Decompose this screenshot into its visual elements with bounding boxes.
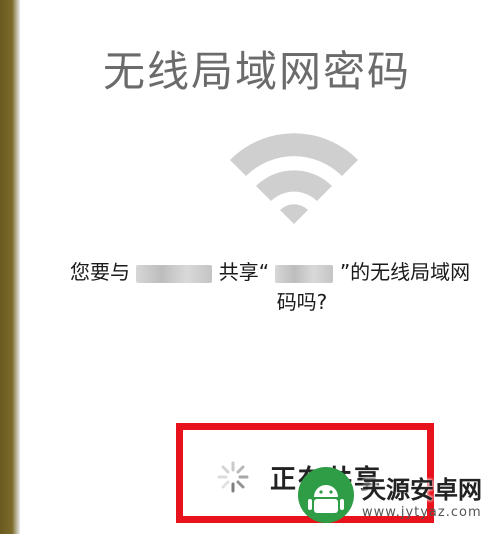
loading-spinner-icon (217, 461, 249, 493)
share-message-line2: 码吗? (276, 290, 328, 314)
watermark-url: www.jytyaz.com (362, 505, 482, 520)
watermark: 天源安卓网 www.jytyaz.com (298, 456, 494, 534)
wifi-icon (230, 133, 358, 224)
sheet-title: 无线局域网密码 (102, 47, 411, 96)
message-suffix: ”的无线局域网 (339, 260, 471, 284)
message-prefix: 您要与 (70, 260, 130, 284)
watermark-brand: 天源安卓网 (362, 476, 482, 504)
blurred-network-name (275, 264, 334, 283)
share-message-line1: 您要与 共享“ ”的无线局域网 (70, 256, 494, 285)
watermark-text: 天源安卓网 www.jytyaz.com (362, 470, 482, 520)
message-middle: 共享“ (218, 260, 270, 284)
share-password-sheet: 无线局域网密码 您要与 共享“ ”的无线局域网 码吗? 正在共享 (20, 0, 494, 534)
android-logo-icon (298, 467, 354, 523)
blurred-device-name (136, 264, 213, 283)
background-edge (0, 0, 20, 534)
